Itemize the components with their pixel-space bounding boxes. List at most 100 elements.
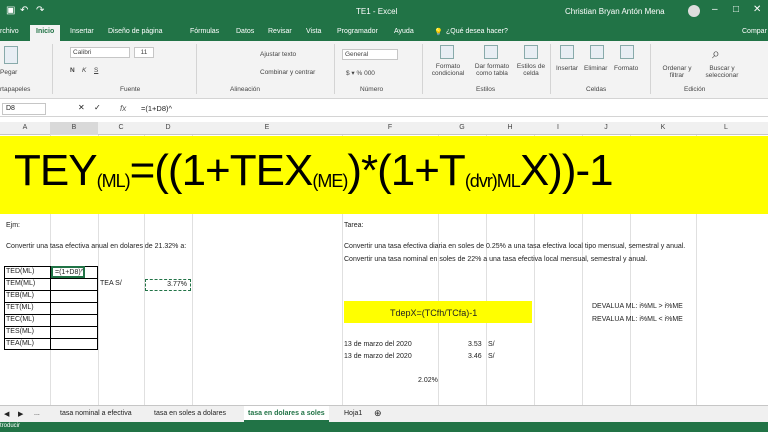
table-format-button[interactable]: Dar formato como tabla (470, 63, 514, 77)
maximize-icon[interactable]: □ (733, 4, 739, 15)
cell-task-1[interactable]: Convertir una tasa efectiva diaria en so… (344, 243, 685, 250)
insert-cells-icon[interactable] (560, 45, 574, 59)
column-header-e[interactable]: E (192, 124, 342, 131)
column-header-i[interactable]: I (534, 124, 582, 131)
banner-subscript: (ME) (312, 171, 348, 191)
tab-vista[interactable]: Vista (306, 28, 321, 35)
scroll-left-icon[interactable]: ◀ (4, 410, 9, 418)
undo-icon[interactable]: ↶ (20, 5, 28, 16)
format-cells-icon[interactable] (620, 45, 634, 59)
tab-programador[interactable]: Programador (337, 28, 378, 35)
insert-cells-button[interactable]: Insertar (556, 65, 578, 72)
conditional-format-button[interactable]: Formato condicional (428, 63, 468, 77)
cell-styles-button[interactable]: Estilos de celda (514, 63, 548, 77)
cell-styles-icon[interactable] (524, 45, 538, 59)
find-select-button[interactable]: Buscar y seleccionar (700, 65, 744, 79)
column-header-h[interactable]: H (486, 124, 534, 131)
conditional-format-icon[interactable] (440, 45, 454, 59)
tell-me-input[interactable]: ¿Qué desea hacer? (446, 28, 508, 35)
cell-tarea[interactable]: Tarea: (344, 222, 363, 229)
search-icon[interactable]: ⌕ (712, 45, 720, 62)
title-bar: ▣ ↶ ↷ TE1 - Excel Christian Bryan Antón … (0, 0, 768, 24)
close-icon[interactable]: ✕ (753, 4, 761, 15)
exchange-rate[interactable]: 3.53 (468, 341, 482, 348)
rate-table-row-line (4, 290, 98, 291)
wrap-text-button[interactable]: Ajustar texto (260, 51, 296, 58)
number-format-select[interactable]: General (342, 49, 398, 60)
devalua-text[interactable]: DEVALUA ML: i%ML > i%ME (592, 303, 683, 310)
tdep-formula[interactable]: TdepX=(TCfh/TCfa)-1 (390, 308, 477, 318)
rate-label[interactable]: TET(ML) (6, 304, 34, 311)
enter-icon[interactable]: ✓ (94, 103, 101, 112)
column-header-k[interactable]: K (630, 124, 696, 131)
tea-value[interactable]: 3.77% (145, 279, 191, 291)
date-cell[interactable]: 13 de marzo del 2020 (344, 353, 412, 360)
save-icon[interactable]: ▣ (6, 5, 15, 16)
rate-label[interactable]: TEA(ML) (6, 340, 34, 347)
underline-button[interactable]: S (94, 67, 98, 74)
table-format-icon[interactable] (484, 45, 498, 59)
sheet-tab[interactable]: tasa en soles a dolares (150, 410, 230, 417)
delete-cells-button[interactable]: Eliminar (584, 65, 607, 72)
exchange-rate[interactable]: 3.46 (468, 353, 482, 360)
banner-part: )*(1+T (347, 146, 465, 195)
sheet-tab[interactable]: Hoja1 (340, 410, 366, 417)
column-header-f[interactable]: F (342, 124, 438, 131)
editing-cell[interactable]: =(1+D8)^ (51, 266, 85, 278)
tab-datos[interactable]: Datos (236, 28, 254, 35)
sort-filter-button[interactable]: Ordenar y filtrar (660, 65, 694, 79)
delete-cells-icon[interactable] (590, 45, 604, 59)
cell-task-2[interactable]: Convertir una tasa nominal en soles de 2… (344, 256, 648, 263)
bold-button[interactable]: N (70, 67, 75, 74)
column-header-a[interactable]: A (0, 124, 50, 131)
column-header-l[interactable]: L (696, 124, 756, 131)
rate-label[interactable]: TED(ML) (6, 268, 34, 275)
date-cell[interactable]: 13 de marzo del 2020 (344, 341, 412, 348)
scroll-right-icon[interactable]: ▶ (18, 410, 23, 418)
sheet-tab[interactable]: tasa nominal a efectiva (56, 410, 136, 417)
tab-ayuda[interactable]: Ayuda (394, 28, 414, 35)
cell-convert-text[interactable]: Convertir una tasa efectiva anual en dol… (6, 243, 186, 250)
revalua-text[interactable]: REVALUA ML: i%ML < i%ME (592, 316, 683, 323)
column-header-c[interactable]: C (98, 124, 144, 131)
ribbon-divider (650, 44, 651, 94)
name-box[interactable]: D8 (2, 103, 46, 115)
cancel-icon[interactable]: ✕ (78, 103, 85, 112)
paste-button[interactable]: Pegar (0, 69, 17, 76)
paste-icon[interactable] (4, 46, 18, 64)
rate-label[interactable]: TEM(ML) (6, 280, 35, 287)
tea-label[interactable]: TEA S/ (100, 280, 122, 287)
add-sheet-icon[interactable]: ⊕ (374, 408, 382, 419)
rate-label[interactable]: TEB(ML) (6, 292, 34, 299)
more-sheets-button[interactable]: ... (34, 410, 40, 417)
minimize-icon[interactable]: – (712, 4, 718, 15)
tab-inicio[interactable]: Inicio (30, 25, 61, 41)
rate-label[interactable]: TES(ML) (6, 328, 34, 335)
share-button[interactable]: Compar (742, 28, 767, 35)
rate-label[interactable]: TEC(ML) (6, 316, 34, 323)
tab-formulas[interactable]: Fórmulas (190, 28, 219, 35)
sheet-tab-active[interactable]: tasa en dolares a soles (244, 406, 329, 422)
font-size-select[interactable]: 11 (134, 47, 154, 58)
column-header-b[interactable]: B (50, 122, 98, 135)
tab-revisar[interactable]: Revisar (268, 28, 292, 35)
column-header-g[interactable]: G (438, 124, 486, 131)
format-cells-button[interactable]: Formato (614, 65, 638, 72)
merge-center-button[interactable]: Combinar y centrar (260, 69, 315, 76)
redo-icon[interactable]: ↷ (36, 5, 44, 16)
tab-insertar[interactable]: Insertar (70, 28, 94, 35)
formula-input[interactable]: =(1+D8)^ (141, 104, 172, 113)
percent-button[interactable]: $ ▾ % 000 (346, 69, 375, 77)
tab-diseno[interactable]: Diseño de página (108, 28, 163, 35)
italic-button[interactable]: K (82, 67, 86, 74)
currency-label[interactable]: S/ (488, 341, 495, 348)
tab-archivo[interactable]: rchivo (0, 28, 19, 35)
font-name-select[interactable]: Calibri (70, 47, 130, 58)
currency-label[interactable]: S/ (488, 353, 495, 360)
column-header-d[interactable]: D (144, 124, 192, 131)
devaluation-percent[interactable]: 2.02% (418, 377, 438, 384)
cell-ejm[interactable]: Ejm: (6, 222, 20, 229)
avatar[interactable] (688, 5, 700, 17)
function-icon[interactable]: fx (120, 104, 126, 113)
column-header-j[interactable]: J (582, 124, 630, 131)
